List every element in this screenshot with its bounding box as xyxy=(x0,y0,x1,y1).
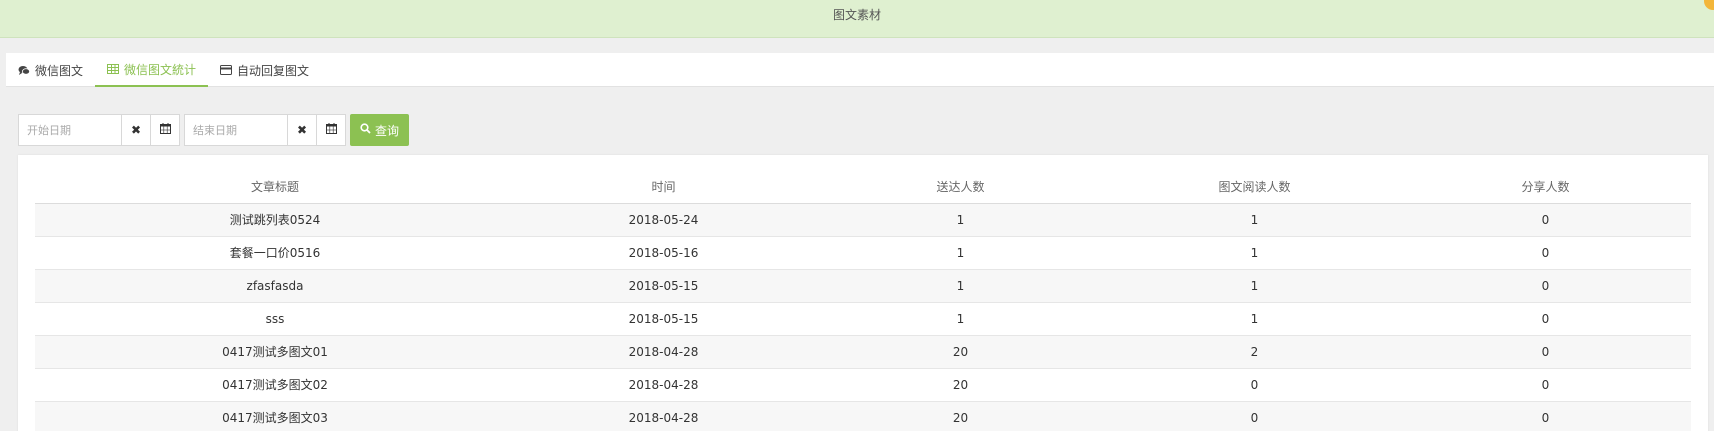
cell-shares: 0 xyxy=(1400,236,1691,270)
cell-delivered: 1 xyxy=(812,269,1109,303)
column-header-shares: 分享人数 xyxy=(1400,170,1691,204)
table-row: 0417测试多图文01 2018-04-28 20 2 0 xyxy=(35,335,1691,369)
cell-delivered: 1 xyxy=(812,302,1109,336)
cell-readers: 1 xyxy=(1109,236,1400,270)
stats-table: 文章标题 时间 送达人数 图文阅读人数 分享人数 测试跳列表0524 2018-… xyxy=(35,170,1691,431)
cell-readers: 1 xyxy=(1109,203,1400,237)
query-label: 查询 xyxy=(375,123,400,138)
clear-start-date-button[interactable]: ✖ xyxy=(122,114,151,146)
cell-time: 2018-04-28 xyxy=(515,368,812,402)
cell-time: 2018-05-16 xyxy=(515,236,812,270)
cell-title: 0417测试多图文02 xyxy=(35,368,515,402)
cell-shares: 0 xyxy=(1400,401,1691,431)
cell-readers: 0 xyxy=(1109,401,1400,431)
end-date-input[interactable] xyxy=(184,114,288,146)
table-icon xyxy=(107,63,120,75)
tab-wechat-article-stats[interactable]: 微信图文統计 xyxy=(95,53,209,87)
cell-time: 2018-04-28 xyxy=(515,401,812,431)
search-icon xyxy=(360,123,371,137)
query-button[interactable]: 查询 xyxy=(350,114,410,146)
tab-label: 自动回复图文 xyxy=(237,63,310,78)
table-row: sss 2018-05-15 1 1 0 xyxy=(35,302,1691,336)
cell-title: 0417测试多图文01 xyxy=(35,335,515,369)
cell-title: 测试跳列表0524 xyxy=(35,203,515,237)
tab-wechat-articles[interactable]: 微信图文 xyxy=(6,53,95,87)
calendar-icon xyxy=(159,123,171,137)
table-row: 套餐一口价0516 2018-05-16 1 1 0 xyxy=(35,236,1691,270)
column-header-readers: 图文阅读人数 xyxy=(1109,170,1400,204)
cell-readers: 1 xyxy=(1109,269,1400,303)
stats-panel: 文章标题 时间 送达人数 图文阅读人数 分享人数 测试跳列表0524 2018-… xyxy=(18,155,1708,431)
calendar-icon xyxy=(325,123,337,137)
tab-auto-reply-articles[interactable]: 自动回复图文 xyxy=(208,53,321,87)
cell-readers: 2 xyxy=(1109,335,1400,369)
cell-shares: 0 xyxy=(1400,269,1691,303)
start-calendar-button[interactable] xyxy=(151,114,180,146)
cell-time: 2018-05-15 xyxy=(515,302,812,336)
table-row: 测试跳列表0524 2018-05-24 1 1 0 xyxy=(35,203,1691,237)
cell-title: sss xyxy=(35,302,515,336)
cell-delivered: 20 xyxy=(812,335,1109,369)
start-date-input[interactable] xyxy=(18,114,122,146)
cell-delivered: 20 xyxy=(812,401,1109,431)
column-header-time: 时间 xyxy=(515,170,812,204)
close-icon: ✖ xyxy=(130,123,142,137)
corner-badge xyxy=(1704,0,1714,10)
tab-bar: 微信图文 微信图文統计 自动回复图文 xyxy=(6,53,1714,87)
cell-time: 2018-05-24 xyxy=(515,203,812,237)
cell-shares: 0 xyxy=(1400,368,1691,402)
cell-title: 0417测试多图文03 xyxy=(35,401,515,431)
column-header-title: 文章标题 xyxy=(35,170,515,204)
cell-shares: 0 xyxy=(1400,302,1691,336)
cell-time: 2018-05-15 xyxy=(515,269,812,303)
table-row: zfasfasda 2018-05-15 1 1 0 xyxy=(35,269,1691,303)
cell-title: 套餐一口价0516 xyxy=(35,236,515,270)
cell-title: zfasfasda xyxy=(35,269,515,303)
cell-shares: 0 xyxy=(1400,335,1691,369)
cell-delivered: 1 xyxy=(812,236,1109,270)
column-header-delivered: 送达人数 xyxy=(812,170,1109,204)
table-row: 0417测试多图文03 2018-04-28 20 0 0 xyxy=(35,401,1691,431)
comments-icon xyxy=(18,64,30,76)
top-bar: 图文素材 xyxy=(0,0,1714,38)
table-header-row: 文章标题 时间 送达人数 图文阅读人数 分享人数 xyxy=(35,170,1691,204)
cell-time: 2018-04-28 xyxy=(515,335,812,369)
end-calendar-button[interactable] xyxy=(317,114,346,146)
page-title: 图文素材 xyxy=(832,8,881,22)
tab-label: 微信图文統计 xyxy=(124,62,197,77)
cell-readers: 1 xyxy=(1109,302,1400,336)
cell-shares: 0 xyxy=(1400,203,1691,237)
table-row: 0417测试多图文02 2018-04-28 20 0 0 xyxy=(35,368,1691,402)
cell-readers: 0 xyxy=(1109,368,1400,402)
tab-label: 微信图文 xyxy=(35,63,84,78)
cell-delivered: 20 xyxy=(812,368,1109,402)
clear-end-date-button[interactable]: ✖ xyxy=(288,114,317,146)
cell-delivered: 1 xyxy=(812,203,1109,237)
close-icon: ✖ xyxy=(296,123,308,137)
date-filter: ✖ ✖ 查询 xyxy=(18,114,410,146)
card-icon xyxy=(220,64,233,76)
